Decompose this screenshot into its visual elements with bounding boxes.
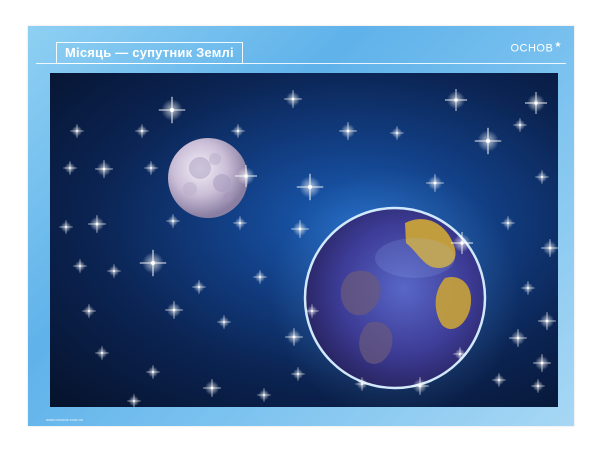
star-icon — [535, 170, 549, 184]
brand-star-icon: ★ — [554, 40, 562, 49]
star-icon — [474, 127, 502, 155]
footer-url: www.osnova.com.ua — [46, 417, 83, 422]
star-icon — [82, 304, 96, 318]
space-svg — [59, 89, 558, 407]
star-icon — [492, 373, 506, 387]
star-icon — [233, 216, 247, 230]
star-icon — [63, 161, 77, 175]
star-icon — [127, 394, 141, 407]
star-icon — [217, 315, 231, 329]
star-icon — [88, 215, 106, 233]
header-divider — [36, 63, 566, 64]
star-icon — [95, 160, 113, 178]
star-icon — [73, 259, 87, 273]
star-icon — [253, 270, 267, 284]
star-icon — [95, 346, 109, 360]
star-icon — [541, 239, 558, 257]
poster-scene: Місяць — супутник Землі ОСНОВ★ www.osnov… — [0, 0, 600, 457]
brand-name: ОСНОВ — [510, 42, 554, 55]
star-icon — [501, 216, 515, 230]
star-icon — [513, 118, 527, 132]
star-icon — [339, 122, 357, 140]
star-icon — [390, 126, 404, 140]
star-icon — [166, 214, 180, 228]
poster: Місяць — супутник Землі ОСНОВ★ www.osnov… — [28, 26, 574, 426]
moon-icon — [168, 138, 248, 218]
star-icon — [284, 90, 302, 108]
star-icon — [165, 301, 183, 319]
star-icon — [59, 220, 73, 234]
star-icon — [203, 379, 221, 397]
star-icon — [144, 161, 158, 175]
star-icon — [107, 264, 121, 278]
star-icon — [531, 379, 545, 393]
star-icon — [146, 365, 160, 379]
star-icon — [538, 312, 556, 330]
star-icon — [231, 124, 245, 138]
star-icon — [192, 280, 206, 294]
star-icon — [445, 89, 467, 111]
star-icon — [521, 281, 535, 295]
star-icon — [533, 354, 551, 372]
space-illustration — [50, 73, 558, 407]
star-icon — [158, 96, 186, 124]
star-icon — [135, 124, 149, 138]
brand-logo: ОСНОВ★ — [510, 40, 562, 55]
star-icon — [525, 92, 547, 114]
star-icon — [257, 388, 271, 402]
star-icon — [139, 249, 167, 277]
poster-title: Місяць — супутник Землі — [56, 42, 243, 64]
star-icon — [70, 124, 84, 138]
